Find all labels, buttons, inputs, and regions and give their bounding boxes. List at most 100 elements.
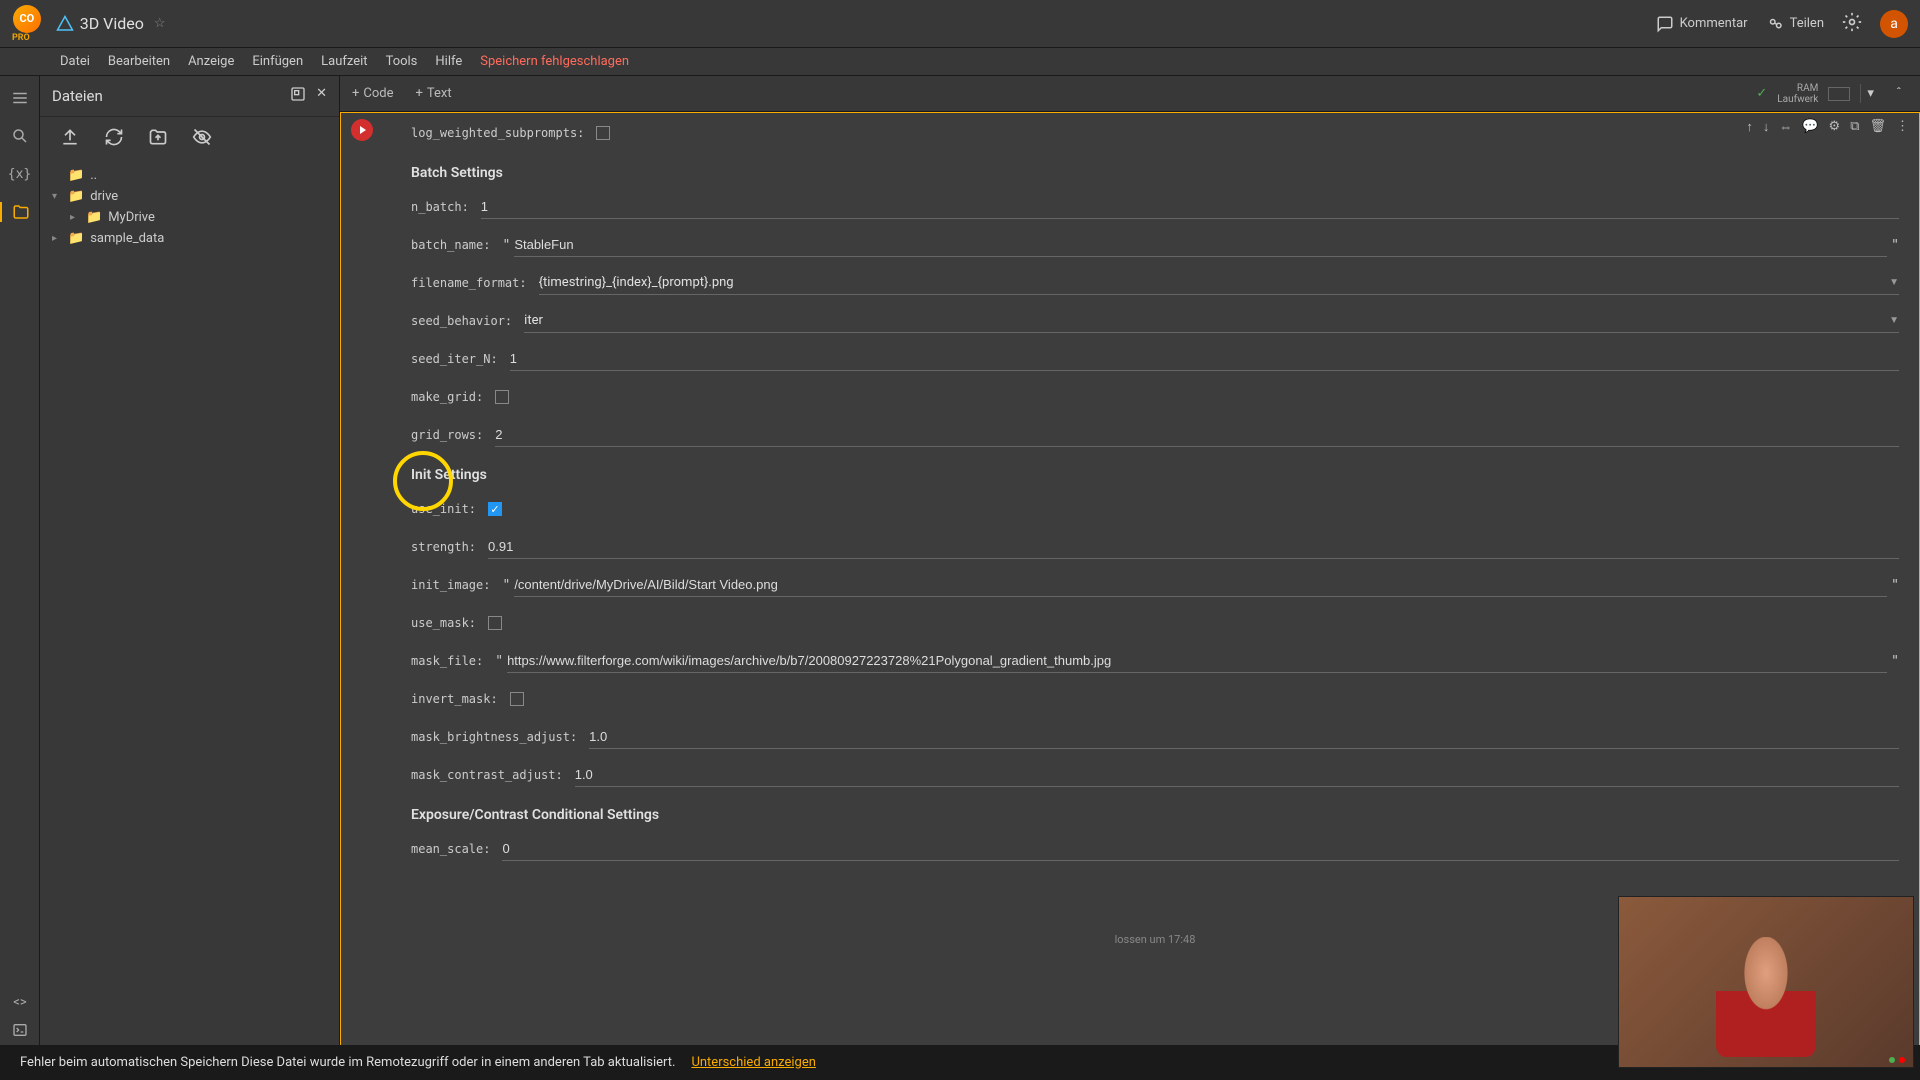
pro-badge: PRO [12,33,30,43]
input-seed-iter-n[interactable] [510,347,1899,371]
quote-close: " [1891,654,1899,669]
label-make-grid: make_grid: [411,390,483,404]
label-n-batch: n_batch: [411,200,469,214]
label-mask-file: mask_file: [411,654,483,668]
label-use-init: use_init: [411,502,476,516]
exposure-settings-header: Exposure/Contrast Conditional Settings [411,807,1899,823]
label-seed-behavior: seed_behavior: [411,314,512,328]
menu-bearbeiten[interactable]: Bearbeiten [108,54,170,69]
cell-more-icon[interactable]: ⋮ [1896,119,1909,135]
move-up-icon[interactable]: ↑ [1746,119,1753,135]
label-use-mask: use_mask: [411,616,476,630]
menu-laufzeit[interactable]: Laufzeit [321,54,367,69]
label-mask-contrast: mask_contrast_adjust: [411,768,563,782]
webcam-preview[interactable] [1618,896,1914,1068]
input-mask-brightness[interactable] [589,725,1899,749]
runtime-dropdown-icon[interactable]: ▾ [1860,84,1880,103]
input-mask-file[interactable] [507,649,1887,673]
run-cell-button[interactable] [351,119,373,141]
quote-close: " [1891,578,1899,593]
chevron-down-icon: ▼ [1889,277,1899,288]
terminal-icon[interactable] [12,1022,28,1042]
label-init-image: init_image: [411,578,490,592]
label-strength: strength: [411,540,476,554]
checkbox-use-mask[interactable] [488,616,502,630]
user-avatar[interactable]: a [1880,10,1908,38]
files-icon[interactable] [0,202,40,222]
move-down-icon[interactable]: ↓ [1763,119,1770,135]
quote-open: " [502,578,510,593]
person-silhouette [1716,937,1816,1057]
add-code-button[interactable]: + Code [352,86,394,101]
menu-bar: Datei Bearbeiten Anzeige Einfügen Laufze… [0,48,1920,76]
select-filename-format[interactable]: {timestring}_{index}_{prompt}.png ▼ [539,271,1899,295]
checkbox-make-grid[interactable] [495,390,509,404]
colab-logo[interactable]: CO [13,5,41,33]
refresh-icon[interactable] [104,127,124,151]
status-dot-green [1889,1057,1895,1063]
share-label: Teilen [1790,16,1824,31]
menu-datei[interactable]: Datei [60,54,90,69]
upload-icon[interactable] [60,127,80,151]
doc-icon [56,15,74,33]
close-sidebar-icon[interactable]: ✕ [316,86,327,106]
label-invert-mask: invert_mask: [411,692,498,706]
input-mean-scale[interactable] [502,837,1899,861]
document-title[interactable]: 3D Video [80,14,144,33]
menu-einfuegen[interactable]: Einfügen [252,54,303,69]
input-mask-contrast[interactable] [575,763,1899,787]
menu-anzeige[interactable]: Anzeige [188,54,234,69]
input-grid-rows[interactable] [495,423,1899,447]
delete-cell-icon[interactable]: 🗑 [1869,119,1886,135]
variables-icon[interactable]: {x} [10,164,30,184]
toc-icon[interactable] [10,88,30,108]
search-icon[interactable] [10,126,30,146]
tree-sample-data[interactable]: ▸📁sample_data [52,228,327,249]
tree-mydrive[interactable]: ▸📁MyDrive [52,207,327,228]
quote-open: " [502,238,510,253]
star-icon[interactable]: ☆ [154,16,166,31]
status-dot-red [1899,1057,1905,1063]
cell-settings-icon[interactable]: ⚙ [1829,119,1841,135]
init-settings-header: Init Settings [411,467,1899,483]
checkbox-invert-mask[interactable] [510,692,524,706]
resource-bars [1828,87,1850,101]
label-mask-brightness: mask_brightness_adjust: [411,730,577,744]
connected-check-icon: ✓ [1756,86,1767,101]
input-init-image[interactable] [514,573,1887,597]
warning-link[interactable]: Unterschied anzeigen [691,1055,815,1070]
tree-drive[interactable]: ▾📁drive [52,186,327,207]
label-grid-rows: grid_rows: [411,428,483,442]
ram-indicator[interactable]: RAM Laufwerk [1777,83,1818,105]
label-batch-name: batch_name: [411,238,490,252]
warning-text: Fehler beim automatischen Speichern Dies… [20,1055,675,1070]
checkbox-log-weighted[interactable] [596,126,610,140]
label-filename-format: filename_format: [411,276,527,290]
input-batch-name[interactable] [514,233,1887,257]
settings-icon[interactable] [1842,12,1862,36]
mirror-cell-icon[interactable]: ⧉ [1850,119,1859,135]
code-snippets-icon[interactable]: <> [13,995,26,1010]
collapse-icon[interactable]: ˆ [1890,84,1908,103]
quote-close: " [1891,238,1899,253]
tree-up[interactable]: 📁.. [52,165,327,186]
label-seed-iter-n: seed_iter_N: [411,352,498,366]
link-cell-icon[interactable]: ⇔ [1779,119,1792,135]
comment-cell-icon[interactable]: 💬 [1802,119,1818,135]
menu-hilfe[interactable]: Hilfe [435,54,462,69]
share-button[interactable]: Teilen [1766,15,1824,33]
select-seed-behavior[interactable]: iter ▼ [524,309,1899,333]
label-log-weighted: log_weighted_subprompts: [411,126,584,140]
comment-button[interactable]: Kommentar [1656,15,1748,33]
input-strength[interactable] [488,535,1899,559]
save-status[interactable]: Speichern fehlgeschlagen [480,54,629,69]
menu-tools[interactable]: Tools [386,54,418,69]
checkbox-use-init[interactable]: ✓ [488,502,502,516]
label-mean-scale: mean_scale: [411,842,490,856]
new-window-icon[interactable] [290,86,306,106]
toggle-hidden-icon[interactable] [192,127,212,151]
mount-drive-icon[interactable] [148,127,168,151]
input-n-batch[interactable] [481,195,1899,219]
sidebar-title: Dateien [52,87,290,105]
add-text-button[interactable]: + Text [416,86,452,101]
